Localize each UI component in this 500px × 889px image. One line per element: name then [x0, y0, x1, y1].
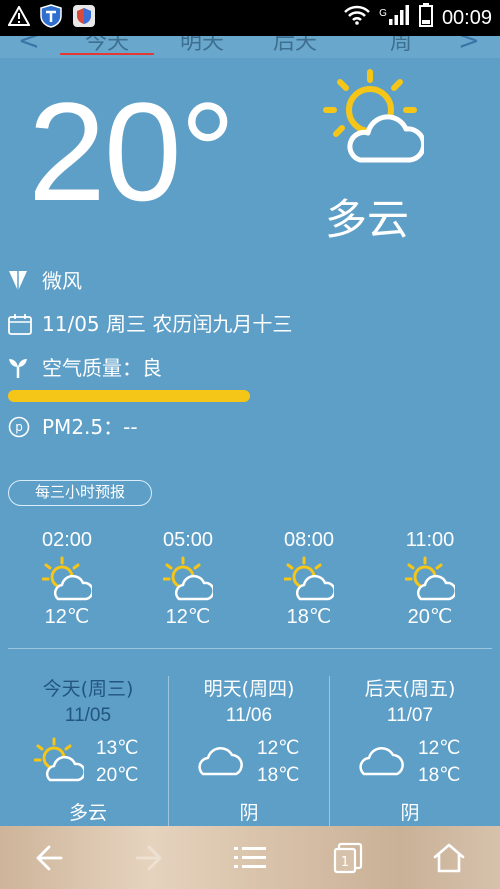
day-condition: 阴: [239, 802, 259, 824]
hourly-item: 05:00 12℃: [128, 528, 248, 630]
status-bar: G 00:09: [0, 0, 500, 36]
tab-prev-arrow-icon[interactable]: <: [18, 36, 40, 56]
air-quality-row: 空气质量：良: [8, 353, 162, 383]
section-divider: [8, 648, 492, 649]
day-date: 11/06: [225, 705, 273, 726]
calendar-icon: [8, 313, 34, 335]
day-temp-2: 18℃: [257, 765, 300, 786]
day-name: 后天(周五): [364, 678, 456, 700]
sprout-icon: [8, 357, 34, 379]
wind-direction-icon: [8, 269, 34, 293]
browser-nav-bar: 1: [0, 826, 500, 889]
pm25-row: p PM2.5：--: [8, 412, 138, 442]
hourly-time: 08:00: [283, 529, 335, 551]
hourly-temp: 20℃: [407, 606, 453, 628]
partly-cloudy-icon: [33, 736, 87, 788]
signal-icon: [388, 4, 410, 32]
date-label: 11/05 周三 农历闰九月十三: [42, 312, 293, 336]
cloud-icon: [195, 736, 245, 788]
day-date: 11/05: [64, 705, 112, 726]
battery-icon: [418, 3, 433, 33]
day-temp-2: 18℃: [418, 765, 461, 786]
hourly-time: 11:00: [405, 529, 455, 551]
day-temp-1: 13℃: [96, 738, 139, 759]
day-name: 明天(周四): [203, 678, 295, 700]
svg-text:p: p: [15, 420, 23, 434]
hourly-item: 02:00 12℃: [7, 528, 127, 630]
back-arrow-icon[interactable]: [29, 838, 69, 878]
pm-icon: p: [8, 416, 34, 438]
partly-cloudy-icon: [320, 68, 427, 172]
hourly-temp: 18℃: [286, 606, 332, 628]
wind-row: 微风: [8, 266, 82, 296]
day-condition: 阴: [400, 802, 420, 824]
hourly-forecast-label: 每三小时预报: [8, 480, 152, 506]
menu-icon[interactable]: [230, 838, 270, 878]
hourly-temp: 12℃: [165, 606, 211, 628]
current-temperature: 20°: [28, 73, 236, 230]
tab-next-arrow-icon[interactable]: >: [458, 36, 480, 56]
partly-cloudy-icon: [249, 554, 369, 604]
windows-icon[interactable]: 1: [329, 838, 369, 878]
security-app-icon: [72, 4, 96, 32]
warning-icon: [7, 4, 31, 30]
pm25-label: PM2.5：--: [42, 415, 138, 439]
tab-tomorrow[interactable]: 明天: [180, 36, 224, 56]
day-tab-bar: < 今天 明天 后天 周 >: [0, 36, 500, 58]
cloud-icon: [356, 736, 406, 788]
day-name: 今天(周三): [42, 678, 134, 700]
network-type-label: G: [379, 7, 387, 19]
day-temp-1: 12℃: [257, 738, 300, 759]
air-quality-bar: [8, 390, 250, 402]
hourly-item: 11:00 20℃: [370, 528, 490, 630]
partly-cloudy-icon: [370, 554, 490, 604]
wifi-icon: [344, 5, 371, 31]
hourly-time: 05:00: [162, 529, 214, 551]
selected-tab-indicator: [60, 53, 154, 55]
home-icon[interactable]: [429, 838, 469, 878]
hourly-temp: 12℃: [44, 606, 90, 628]
svg-text:1: 1: [341, 855, 349, 870]
day-temp-2: 20℃: [96, 765, 139, 786]
air-quality-label: 空气质量：良: [42, 356, 162, 380]
day-condition: 多云: [68, 802, 107, 824]
day-date: 11/07: [386, 705, 434, 726]
day-temp-1: 12℃: [418, 738, 461, 759]
tab-day-after[interactable]: 后天: [273, 36, 317, 56]
clock-time: 00:09: [441, 6, 492, 29]
partly-cloudy-icon: [7, 554, 127, 604]
current-condition: 多云: [325, 195, 410, 244]
wind-label: 微风: [42, 269, 82, 293]
partly-cloudy-icon: [128, 554, 248, 604]
shield-icon: [40, 4, 62, 32]
tab-week[interactable]: 周: [390, 36, 412, 56]
forward-arrow-icon[interactable]: [129, 838, 169, 878]
hourly-item: 08:00 18℃: [249, 528, 369, 630]
hourly-time: 02:00: [41, 529, 93, 551]
date-row: 11/05 周三 农历闰九月十三: [8, 309, 292, 339]
